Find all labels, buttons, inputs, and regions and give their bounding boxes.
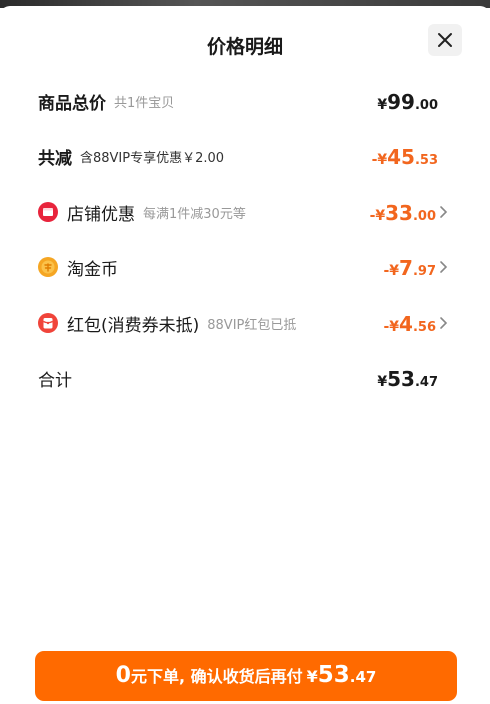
- shop-icon: [38, 202, 58, 222]
- taojinbi-label: 淘金币: [67, 259, 118, 280]
- shop-discount-rule: 每满1件减30元等: [143, 206, 246, 222]
- price-detail-sheet: 价格明细 商品总价 共1件宝贝 ¥99.00 共减 含88VIP专享优惠￥2.0…: [0, 6, 490, 704]
- red-packet-label: 红包(消费券未抵): [67, 315, 200, 336]
- chevron-right-icon: [440, 261, 448, 273]
- place-order-button[interactable]: 0 元下单, 确认收货后再付 ¥ 53 .47: [35, 651, 457, 701]
- goods-total-label: 商品总价: [38, 93, 106, 114]
- cta-yen: ¥: [306, 667, 318, 686]
- cta-zero: 0: [115, 663, 131, 688]
- close-button[interactable]: [428, 24, 462, 56]
- total-discount-label: 共减: [38, 148, 72, 169]
- sum-label: 合计: [38, 370, 72, 391]
- chevron-right-icon: [440, 317, 448, 329]
- coin-icon: [38, 257, 58, 277]
- chevron-right-icon: [440, 206, 448, 218]
- red-packet-note: 88VIP红包已抵: [207, 317, 297, 333]
- red-packet-amount: -¥ 4.56: [383, 312, 436, 336]
- row-taojinbi[interactable]: 淘金币 -¥ 7.97: [38, 252, 450, 282]
- sum-amount: ¥53.47: [377, 367, 438, 391]
- row-shop-discount[interactable]: 店铺优惠 每满1件减30元等 -¥ 33.00: [38, 197, 450, 227]
- row-sum: 合计 ¥53.47: [38, 363, 450, 393]
- close-icon: [438, 33, 452, 47]
- taojinbi-amount: -¥ 7.97: [383, 256, 436, 280]
- goods-total-count: 共1件宝贝: [114, 95, 175, 111]
- cta-amount-dec: .47: [349, 668, 377, 686]
- row-goods-total: 商品总价 共1件宝贝 ¥99.00: [38, 86, 450, 116]
- total-discount-note: 含88VIP专享优惠￥2.00: [80, 150, 225, 166]
- row-red-packet[interactable]: 红包(消费券未抵) 88VIP红包已抵 -¥ 4.56: [38, 308, 450, 338]
- sheet-title: 价格明细: [206, 36, 283, 58]
- shop-discount-amount: -¥ 33.00: [369, 201, 436, 225]
- total-discount-amount: -¥ 45.53: [371, 145, 438, 169]
- cta-text: 元下单, 确认收货后再付: [130, 667, 303, 686]
- row-total-discount: 共减 含88VIP专享优惠￥2.00 -¥ 45.53: [38, 141, 450, 171]
- red-packet-icon: [38, 313, 58, 333]
- goods-total-amount: ¥99.00: [377, 90, 438, 114]
- cta-amount-int: 53: [317, 662, 350, 688]
- shop-discount-label: 店铺优惠: [67, 204, 135, 225]
